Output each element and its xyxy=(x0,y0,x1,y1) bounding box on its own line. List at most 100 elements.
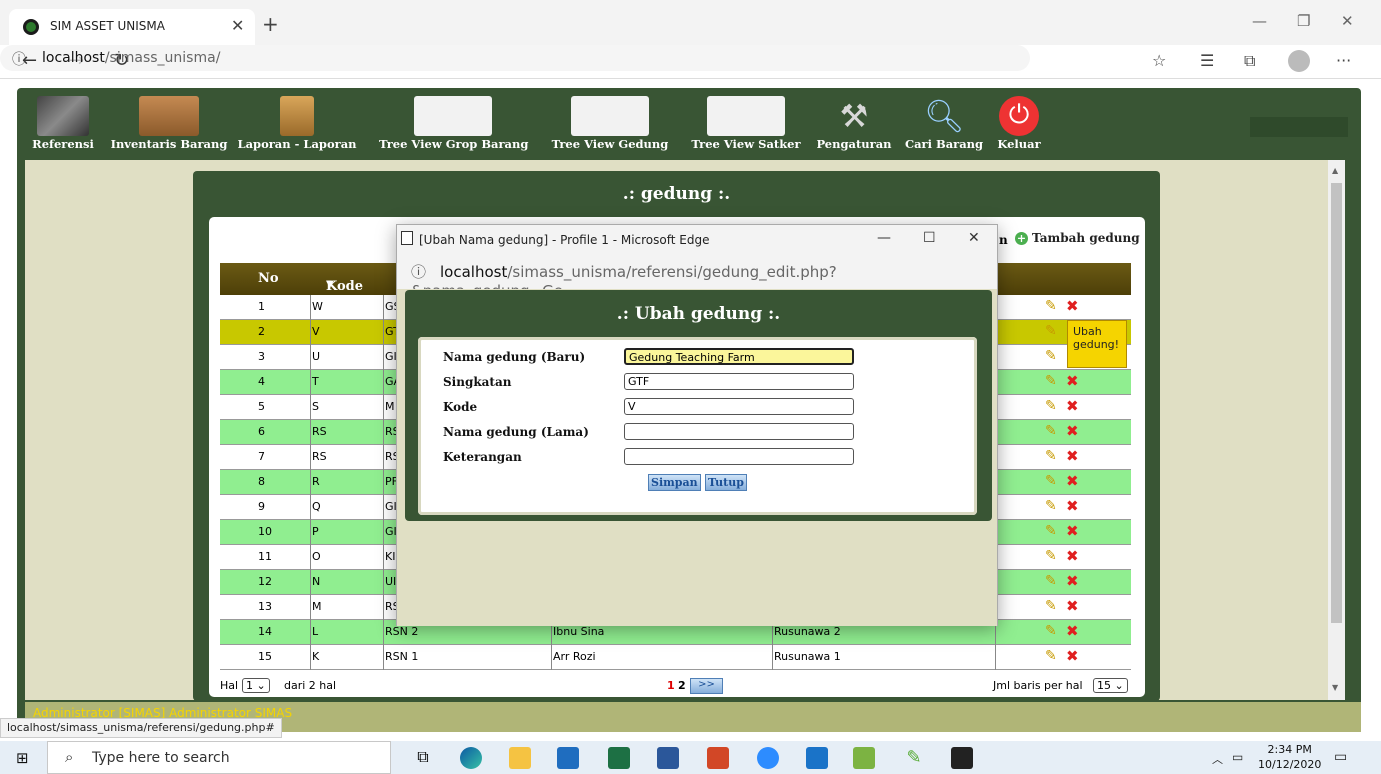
paint-icon[interactable]: ✎ xyxy=(903,747,925,769)
page-select[interactable]: 1 ⌄ xyxy=(242,678,270,693)
popup-close-icon[interactable]: ✕ xyxy=(968,230,980,246)
url-bar[interactable]: ⓘ localhost/simass_unisma/ xyxy=(0,45,1030,71)
edit-pencil-icon[interactable]: ✎ xyxy=(1045,548,1057,564)
nama-gedung-lama-input[interactable] xyxy=(624,423,854,440)
hidden-link-fragment[interactable]: n xyxy=(999,233,1008,247)
site-info-icon[interactable]: ⓘ xyxy=(12,49,26,69)
simpan-button[interactable]: Simpan xyxy=(648,474,701,491)
edit-pencil-icon[interactable]: ✎ xyxy=(1045,373,1057,389)
keterangan-input[interactable] xyxy=(624,448,854,465)
kode-input[interactable]: V xyxy=(624,398,854,415)
delete-x-icon[interactable]: ✖ xyxy=(1066,422,1079,440)
edit-pencil-icon[interactable]: ✎ xyxy=(1045,323,1057,339)
delete-x-icon[interactable]: ✖ xyxy=(1066,647,1079,665)
file-explorer-icon[interactable] xyxy=(509,747,531,769)
delete-x-icon[interactable]: ✖ xyxy=(1066,497,1079,515)
menu-item-keluar[interactable]: ⏻ Keluar xyxy=(993,88,1045,160)
delete-x-icon[interactable]: ✖ xyxy=(1066,522,1079,540)
profile-avatar[interactable] xyxy=(1288,50,1310,72)
tray-chevron-icon[interactable]: ︿ xyxy=(1212,751,1223,767)
menu-item-tree-grop-barang[interactable]: Tree View Grop Barang xyxy=(379,88,528,160)
edit-pencil-icon[interactable]: ✎ xyxy=(1045,398,1057,414)
taskbar-clock[interactable]: 2:34 PM 10/12/2020 xyxy=(1258,742,1321,772)
edit-pencil-icon[interactable]: ✎ xyxy=(1045,298,1057,314)
edge-browser-icon[interactable] xyxy=(460,747,482,769)
tab-close-icon[interactable]: ✕ xyxy=(231,16,244,35)
task-view-icon[interactable]: ⧉ xyxy=(412,747,434,769)
edit-pencil-icon[interactable]: ✎ xyxy=(1045,648,1057,664)
delete-x-icon[interactable]: ✖ xyxy=(1066,572,1079,590)
word-icon[interactable] xyxy=(657,747,679,769)
cell-nama: Ibnu Sina xyxy=(553,625,605,638)
rows-per-page-select[interactable]: 15 ⌄ xyxy=(1093,678,1128,693)
excel-icon[interactable] xyxy=(608,747,630,769)
cell-kode: M xyxy=(312,600,322,613)
store-icon[interactable] xyxy=(557,747,579,769)
notification-tray-icon[interactable]: ▭ xyxy=(1232,750,1243,764)
edit-pencil-icon[interactable]: ✎ xyxy=(1045,473,1057,489)
add-gedung-link[interactable]: + Tambah gedung xyxy=(1015,231,1140,245)
scroll-down-icon[interactable]: ▼ xyxy=(1332,683,1338,692)
edit-pencil-icon[interactable]: ✎ xyxy=(1045,448,1057,464)
menu-item-tree-gedung[interactable]: Tree View Gedung xyxy=(550,88,670,160)
delete-x-icon[interactable]: ✖ xyxy=(1066,447,1079,465)
restore-icon[interactable]: ❐ xyxy=(1297,12,1310,30)
terminal-icon[interactable] xyxy=(951,747,973,769)
menu-item-pengaturan[interactable]: ⚒ Pengaturan xyxy=(813,88,895,160)
edit-pencil-icon[interactable]: ✎ xyxy=(1045,623,1057,639)
delete-x-icon[interactable]: ✖ xyxy=(1066,372,1079,390)
new-tab-icon[interactable]: + xyxy=(262,12,279,36)
popup-minimize-icon[interactable]: — xyxy=(877,230,891,246)
menu-item-tree-satker[interactable]: Tree View Satker xyxy=(690,88,802,160)
mail-icon[interactable] xyxy=(806,747,828,769)
singkatan-input[interactable]: GTF xyxy=(624,373,854,390)
delete-x-icon[interactable]: ✖ xyxy=(1066,397,1079,415)
browser-tab[interactable]: SIM ASSET UNISMA ✕ xyxy=(9,9,255,45)
delete-x-icon[interactable]: ✖ xyxy=(1066,597,1079,615)
powerpoint-icon[interactable] xyxy=(707,747,729,769)
menu-item-cari-barang[interactable]: 🔍︎ Cari Barang xyxy=(903,88,985,160)
zoom-icon[interactable] xyxy=(757,747,779,769)
menu-item-inventaris[interactable]: Inventaris Barang xyxy=(109,88,229,160)
page-link-1[interactable]: 1 xyxy=(667,679,675,692)
favorites-list-icon[interactable]: ☰ xyxy=(1200,51,1214,70)
delete-x-icon[interactable]: ✖ xyxy=(1066,472,1079,490)
favorite-star-icon[interactable]: ☆ xyxy=(1152,51,1166,70)
edit-pencil-icon[interactable]: ✎ xyxy=(1045,573,1057,589)
notepad-icon[interactable] xyxy=(853,747,875,769)
cell-divider xyxy=(310,370,311,395)
nama-gedung-baru-input[interactable]: Gedung Teaching Farm xyxy=(624,348,854,365)
popup-window-title: [Ubah Nama gedung] - Profile 1 - Microso… xyxy=(419,233,710,247)
tutup-button[interactable]: Tutup xyxy=(705,474,747,491)
cell-no: 2 xyxy=(258,325,265,338)
edit-pencil-icon[interactable]: ✎ xyxy=(1045,598,1057,614)
col-no-header[interactable]: No xyxy=(258,271,279,286)
popup-maximize-icon[interactable]: ☐ xyxy=(923,230,936,246)
close-window-icon[interactable]: ✕ xyxy=(1341,12,1354,30)
edit-pencil-icon[interactable]: ✎ xyxy=(1045,523,1057,539)
minimize-icon[interactable]: — xyxy=(1252,12,1267,30)
cell-kode: T xyxy=(312,375,319,388)
page-link-2[interactable]: 2 xyxy=(678,679,686,692)
magnifier-icon: 🔍︎ xyxy=(924,97,965,135)
edit-pencil-icon[interactable]: ✎ xyxy=(1045,423,1057,439)
scroll-up-icon[interactable]: ▲ xyxy=(1332,166,1338,175)
start-button[interactable]: ⊞ xyxy=(0,741,47,774)
taskbar-search[interactable]: ⌕ Type here to search xyxy=(47,741,391,774)
url-host: localhost xyxy=(42,50,105,66)
scrollbar-thumb[interactable] xyxy=(1331,183,1342,623)
menu-item-referensi[interactable]: Referensi xyxy=(27,88,99,160)
menu-item-laporan[interactable]: Laporan - Laporan xyxy=(237,88,357,160)
next-page-button[interactable]: >> xyxy=(690,678,723,694)
cell-no: 11 xyxy=(258,550,272,563)
collections-icon[interactable]: ⧉ xyxy=(1244,51,1255,71)
delete-x-icon[interactable]: ✖ xyxy=(1066,622,1079,640)
edit-pencil-icon[interactable]: ✎ xyxy=(1045,498,1057,514)
more-menu-icon[interactable]: ··· xyxy=(1336,51,1351,70)
delete-x-icon[interactable]: ✖ xyxy=(1066,547,1079,565)
delete-x-icon[interactable]: ✖ xyxy=(1066,297,1079,315)
action-center-icon[interactable]: ▭ xyxy=(1334,749,1347,765)
edit-pencil-icon[interactable]: ✎ xyxy=(1045,348,1057,364)
cell-keterangan: Rusunawa 1 xyxy=(774,650,841,663)
table-row[interactable]: 15 K RSN 1 Arr Rozi Rusunawa 1 ✎ ✖ xyxy=(220,645,1131,670)
